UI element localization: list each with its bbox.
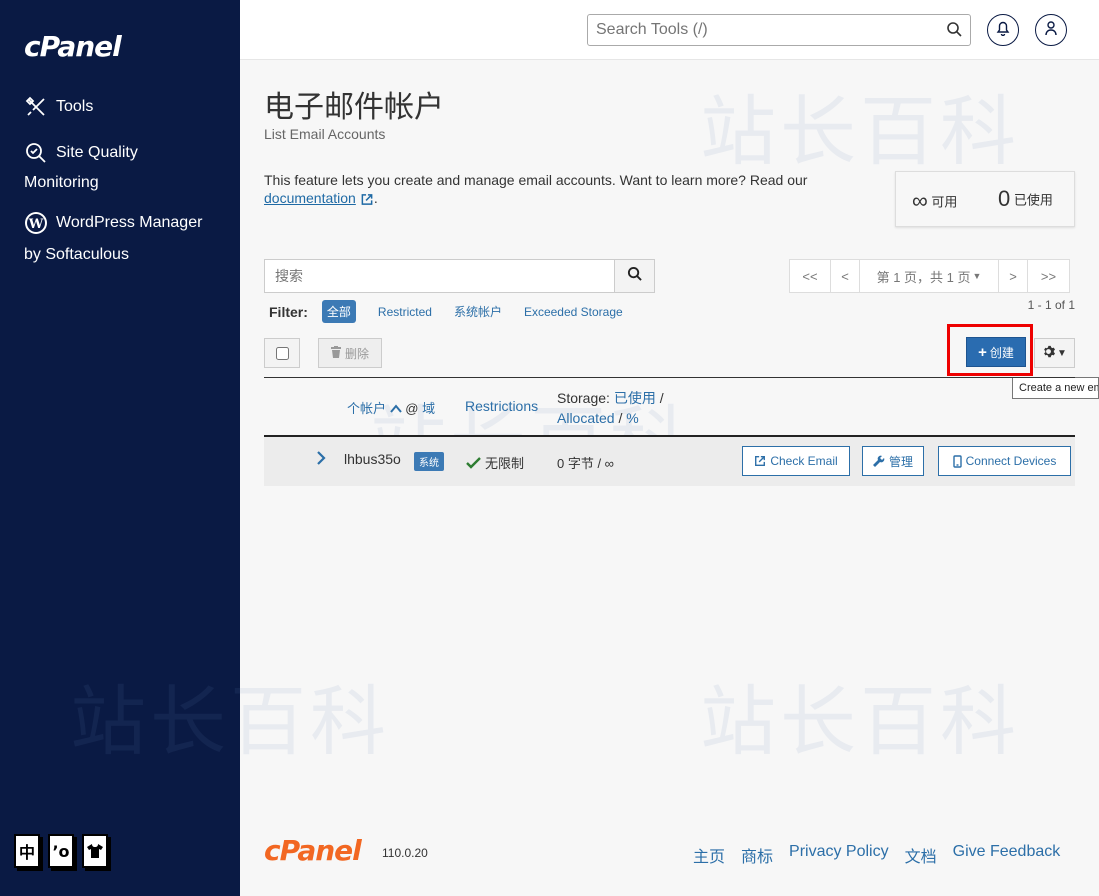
sidebar-item-site-quality-line2[interactable]: Monitoring — [24, 167, 99, 199]
footer-link-docs[interactable]: 文档 — [905, 843, 937, 867]
delete-button[interactable]: 删除 — [318, 338, 382, 368]
pagination: << < 第 1 页，共 1 页 ▼ > >> — [789, 259, 1070, 293]
footer-links: 主页 商标 Privacy Policy 文档 Give Feedback — [693, 843, 1060, 867]
footer-link-trademarks[interactable]: 商标 — [741, 843, 773, 867]
connect-devices-button[interactable]: Connect Devices — [938, 446, 1071, 476]
page-subtitle: List Email Accounts — [264, 126, 386, 142]
used-stat: 0 已使用 — [998, 186, 1053, 211]
checkmark-icon — [466, 456, 481, 469]
storage-usage: 0 字节 / ∞ — [557, 456, 614, 471]
search-icon — [627, 266, 642, 286]
filter-bar: Filter: 全部 Restricted 系统帐户 Exceeded Stor… — [269, 300, 645, 323]
sidebar-item-wordpress[interactable]: W WordPress Manager — [24, 207, 202, 239]
external-link-icon — [361, 193, 373, 205]
table-top-divider — [264, 377, 1075, 378]
last-page-button[interactable]: >> — [1027, 259, 1070, 293]
filter-exceeded-storage[interactable]: Exceeded Storage — [524, 305, 623, 319]
list-search-box[interactable] — [264, 259, 655, 293]
search-tools-input[interactable] — [588, 15, 928, 45]
check-email-button[interactable]: Check Email — [742, 446, 850, 476]
create-button[interactable]: + 创建 — [966, 337, 1026, 367]
filter-restricted[interactable]: Restricted — [378, 305, 432, 319]
trash-icon — [330, 345, 341, 361]
column-header-storage: Storage: 已使用 / Allocated / % — [557, 390, 664, 426]
prev-page-button[interactable]: < — [830, 259, 860, 293]
column-header-account[interactable]: 个帐户 @ 域 — [347, 398, 435, 417]
caret-down-icon: ▼ — [972, 271, 982, 281]
sort-allocated[interactable]: Allocated — [557, 410, 615, 426]
sort-ascending-icon — [389, 404, 402, 413]
list-search-input[interactable] — [265, 260, 605, 292]
filter-all[interactable]: 全部 — [321, 300, 356, 323]
footer-link-privacy[interactable]: Privacy Policy — [789, 843, 889, 867]
notifications-button[interactable] — [987, 14, 1019, 46]
shirt-icon[interactable] — [82, 834, 108, 868]
site-quality-icon — [24, 141, 48, 165]
filter-system-account[interactable]: 系统帐户 — [454, 303, 502, 320]
external-link-icon — [755, 456, 766, 466]
caret-down-icon: ▼ — [1057, 347, 1067, 359]
select-all-box[interactable] — [264, 338, 300, 368]
user-icon — [1044, 20, 1058, 41]
topbar — [240, 0, 1099, 60]
sidebar-item-site-quality[interactable]: Site Quality — [24, 137, 138, 169]
documentation-link[interactable]: documentation — [264, 190, 374, 206]
bell-icon — [996, 20, 1010, 41]
expand-row-icon[interactable] — [316, 450, 326, 471]
page-description: This feature lets you create and manage … — [264, 172, 808, 206]
next-page-button[interactable]: > — [998, 259, 1028, 293]
footer-link-feedback[interactable]: Give Feedback — [953, 843, 1061, 867]
page-select[interactable]: 第 1 页，共 1 页 ▼ — [859, 259, 999, 293]
account-username: lhbus35o — [344, 451, 401, 467]
search-icon[interactable] — [946, 21, 962, 42]
user-menu-button[interactable] — [1035, 14, 1067, 46]
stats-box: ∞ 可用 0 已使用 — [895, 171, 1075, 227]
settings-dropdown-button[interactable]: ▼ — [1034, 338, 1075, 368]
plus-icon: + — [978, 343, 987, 361]
column-header-restrictions[interactable]: Restrictions — [465, 398, 538, 414]
footer-link-home[interactable]: 主页 — [693, 843, 725, 867]
sidebar-item-tools[interactable]: Tools — [24, 91, 93, 123]
manage-button[interactable]: 管理 — [862, 446, 924, 476]
punctuation-icon[interactable]: ’o — [48, 834, 74, 868]
table-row: lhbus35o 系统 无限制 0 字节 / ∞ Check Email 管理 … — [264, 437, 1075, 486]
footer-version: 110.0.20 — [382, 846, 428, 860]
watermark: 站长百科 — [700, 677, 1020, 766]
select-all-checkbox[interactable] — [275, 346, 289, 360]
first-page-button[interactable]: << — [789, 259, 831, 293]
footer-cpanel-logo[interactable]: cPanel — [264, 834, 362, 867]
gear-icon — [1042, 345, 1056, 361]
system-badge: 系统 — [414, 452, 444, 471]
create-tooltip: Create a new email account — [1012, 377, 1099, 399]
search-tools-box[interactable] — [587, 14, 971, 46]
column-header-domain[interactable]: 域 — [422, 401, 435, 416]
tools-icon — [24, 95, 48, 119]
sort-percent[interactable]: % — [626, 410, 638, 426]
wrench-icon — [872, 455, 885, 467]
watermark: 站长百科 — [700, 87, 1020, 176]
wordpress-icon: W — [24, 211, 48, 235]
bottom-icons: 中 ’o — [14, 834, 108, 868]
filter-label: Filter: — [269, 303, 308, 320]
available-stat: ∞ 可用 — [912, 188, 958, 213]
mobile-icon — [952, 454, 962, 468]
sort-used[interactable]: 已使用 — [614, 390, 656, 406]
page-title: 电子邮件帐户 — [264, 91, 444, 124]
list-search-button[interactable] — [614, 260, 654, 292]
sidebar-item-wordpress-line2[interactable]: by Softaculous — [24, 239, 129, 271]
pagination-info: 1 - 1 of 1 — [1027, 298, 1075, 312]
svg-text:W: W — [28, 217, 44, 232]
sidebar: cPanel Tools Site Quality Monitoring W W… — [0, 0, 240, 896]
restriction-status: 无限制 — [466, 453, 524, 472]
cpanel-logo[interactable]: cPanel — [24, 30, 122, 63]
chinese-lang-icon[interactable]: 中 — [14, 834, 40, 868]
